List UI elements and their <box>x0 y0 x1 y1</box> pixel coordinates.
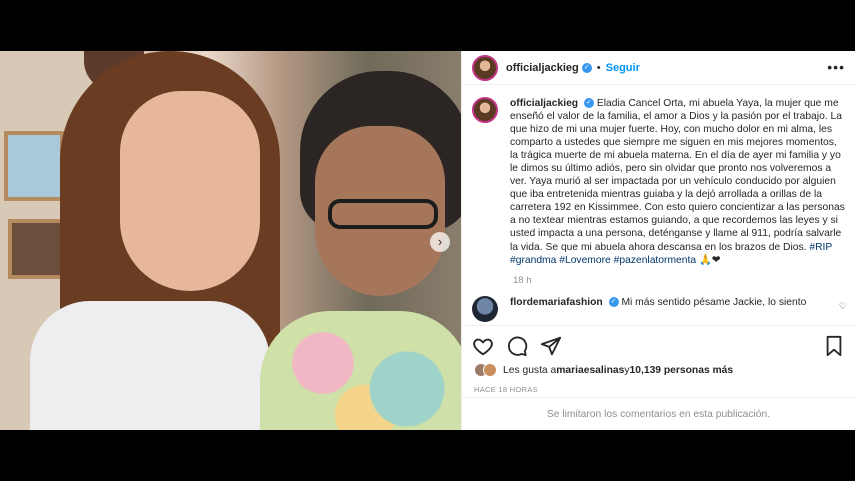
like-heart-icon[interactable] <box>472 335 494 357</box>
caption-text: officialjackieg ✓ Eladia Cancel Orta, mi… <box>510 97 845 267</box>
action-bar <box>462 325 855 365</box>
verified-badge-icon: ✓ <box>583 98 594 109</box>
username-link[interactable]: officialjackieg <box>506 62 579 74</box>
hashtag-link[interactable]: #grandma <box>510 255 556 266</box>
wall-picture-frame <box>4 131 64 201</box>
likes-count[interactable]: 10,139 personas más <box>630 365 734 376</box>
post-photo[interactable] <box>0 51 461 430</box>
person-clothing <box>30 301 270 430</box>
liker-avatar <box>483 363 497 377</box>
comment-text: flordemariafashion ✓ Mi más sentido pésa… <box>510 296 830 322</box>
avatar[interactable] <box>472 97 498 123</box>
eyeglasses <box>328 199 438 229</box>
separator-dot: • <box>596 61 601 74</box>
more-options-icon[interactable]: ••• <box>827 59 845 75</box>
liker-username[interactable]: mariaesalinas <box>556 365 624 376</box>
likes-summary[interactable]: Les gusta a mariaesalinas y 10,139 perso… <box>474 363 733 377</box>
post-timestamp[interactable]: HACE 18 HORAS <box>474 385 538 394</box>
caption-username-link[interactable]: officialjackieg <box>510 98 578 109</box>
comment-body: Mi más sentido pésame Jackie, lo siento <box>618 296 807 308</box>
verified-badge-icon: ✓ <box>581 62 592 73</box>
caption: officialjackieg ✓ Eladia Cancel Orta, mi… <box>462 85 855 267</box>
person-clothing <box>260 311 461 430</box>
hashtag-link[interactable]: #Lovemore <box>559 255 611 266</box>
avatar[interactable] <box>472 295 498 322</box>
hashtag-link[interactable]: #RIP <box>809 242 832 253</box>
comment-icon[interactable] <box>506 335 528 357</box>
share-icon[interactable] <box>540 335 562 357</box>
verified-badge-icon: ✓ <box>608 296 619 307</box>
emoji: 🙏❤ <box>698 254 721 266</box>
carousel-next-button[interactable]: › <box>430 232 450 252</box>
caption-timestamp[interactable]: 18 h <box>513 275 855 286</box>
caption-body: Eladia Cancel Orta, mi abuela Yaya, la m… <box>510 98 845 253</box>
hashtag-link[interactable]: #pazenlatormenta <box>614 255 696 266</box>
person-face <box>120 91 260 291</box>
wall-picture-frame <box>8 219 66 279</box>
comment-item: flordemariafashion ✓ Mi más sentido pésa… <box>462 286 855 322</box>
comments-limited-notice: Se limitaron los comentarios en esta pub… <box>462 397 855 430</box>
comment-username-link[interactable]: flordemariafashion <box>510 297 603 308</box>
post-side-panel: officialjackieg ✓ • Seguir ••• officialj… <box>461 51 855 430</box>
bookmark-icon[interactable] <box>823 335 845 357</box>
post-header: officialjackieg ✓ • Seguir ••• <box>462 51 855 85</box>
likes-prefix: Les gusta a <box>503 364 557 376</box>
comment-like-icon[interactable]: ♡ <box>839 301 847 312</box>
follow-button[interactable]: Seguir <box>606 62 640 74</box>
avatar[interactable] <box>472 54 498 81</box>
comments-list[interactable]: officialjackieg ✓ Eladia Cancel Orta, mi… <box>462 85 855 325</box>
